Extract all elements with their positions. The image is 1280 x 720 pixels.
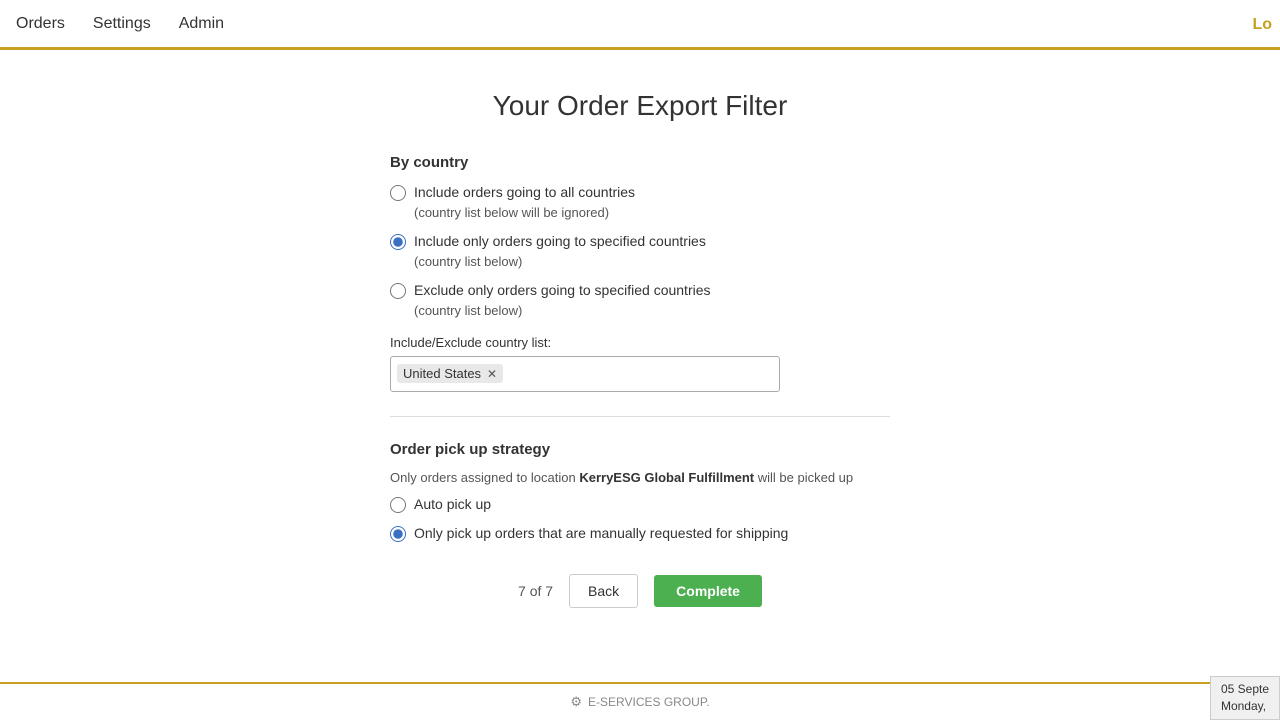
nav-orders[interactable]: Orders xyxy=(16,15,65,33)
page-footer: ⚙ E-SERVICES GROUP. xyxy=(0,682,1280,720)
radio-exclude-specified-sublabel: (country list below) xyxy=(414,303,522,318)
radio-exclude-specified-label: Exclude only orders going to specified c… xyxy=(414,282,711,298)
radio-option-manual-pickup[interactable]: Only pick up orders that are manually re… xyxy=(390,524,890,544)
footer-icon: ⚙ xyxy=(570,694,582,710)
date-overlay: 05 Septe Monday, xyxy=(1210,676,1280,720)
date-line1: 05 Septe xyxy=(1221,681,1269,698)
country-tag-input[interactable]: United States ✕ xyxy=(390,356,780,392)
top-nav: Orders Settings Admin Lo xyxy=(0,0,1280,50)
country-tag-us: United States ✕ xyxy=(397,364,503,383)
radio-option-all-countries[interactable]: Include orders going to all countries (c… xyxy=(390,183,890,222)
radio-include-specified-sublabel: (country list below) xyxy=(414,254,522,269)
page-title: Your Order Export Filter xyxy=(493,90,788,122)
radio-option-exclude-specified[interactable]: Exclude only orders going to specified c… xyxy=(390,281,890,320)
radio-auto-pickup[interactable] xyxy=(390,497,406,513)
section-divider xyxy=(390,416,890,417)
page-indicator: 7 of 7 xyxy=(518,583,553,599)
radio-all-countries-sublabel: (country list below will be ignored) xyxy=(414,205,609,220)
nav-user: Lo xyxy=(1252,0,1280,50)
date-line2: Monday, xyxy=(1221,698,1269,715)
radio-exclude-specified[interactable] xyxy=(390,283,406,299)
by-country-heading: By country xyxy=(390,154,890,171)
footer-nav: 7 of 7 Back Complete xyxy=(390,554,890,618)
radio-all-countries-label: Include orders going to all countries xyxy=(414,184,635,200)
main-content: Your Order Export Filter By country Incl… xyxy=(0,50,1280,682)
pickup-strategy-heading: Order pick up strategy xyxy=(390,441,890,458)
radio-option-auto-pickup[interactable]: Auto pick up xyxy=(390,495,890,515)
radio-manual-pickup[interactable] xyxy=(390,526,406,542)
radio-include-specified[interactable] xyxy=(390,234,406,250)
radio-all-countries[interactable] xyxy=(390,185,406,201)
footer-label: E-SERVICES GROUP. xyxy=(588,695,710,709)
country-tag-us-label: United States xyxy=(403,366,481,381)
complete-button[interactable]: Complete xyxy=(654,575,762,607)
pickup-strategy-subtext: Only orders assigned to location KerryES… xyxy=(390,470,890,485)
nav-admin[interactable]: Admin xyxy=(179,15,224,33)
nav-settings[interactable]: Settings xyxy=(93,15,151,33)
radio-manual-pickup-label: Only pick up orders that are manually re… xyxy=(414,524,788,544)
by-country-radio-group: Include orders going to all countries (c… xyxy=(390,183,890,321)
radio-option-include-specified[interactable]: Include only orders going to specified c… xyxy=(390,232,890,271)
country-tag-us-remove[interactable]: ✕ xyxy=(487,367,497,381)
back-button[interactable]: Back xyxy=(569,574,638,608)
form-section: By country Include orders going to all c… xyxy=(390,154,890,618)
country-list-label: Include/Exclude country list: xyxy=(390,335,890,350)
pickup-radio-group: Auto pick up Only pick up orders that ar… xyxy=(390,495,890,544)
pickup-subtext-prefix: Only orders assigned to location xyxy=(390,470,579,485)
pickup-location-name: KerryESG Global Fulfillment xyxy=(579,470,754,485)
pickup-subtext-suffix: will be picked up xyxy=(754,470,853,485)
radio-auto-pickup-label: Auto pick up xyxy=(414,495,491,515)
radio-include-specified-label: Include only orders going to specified c… xyxy=(414,233,706,249)
